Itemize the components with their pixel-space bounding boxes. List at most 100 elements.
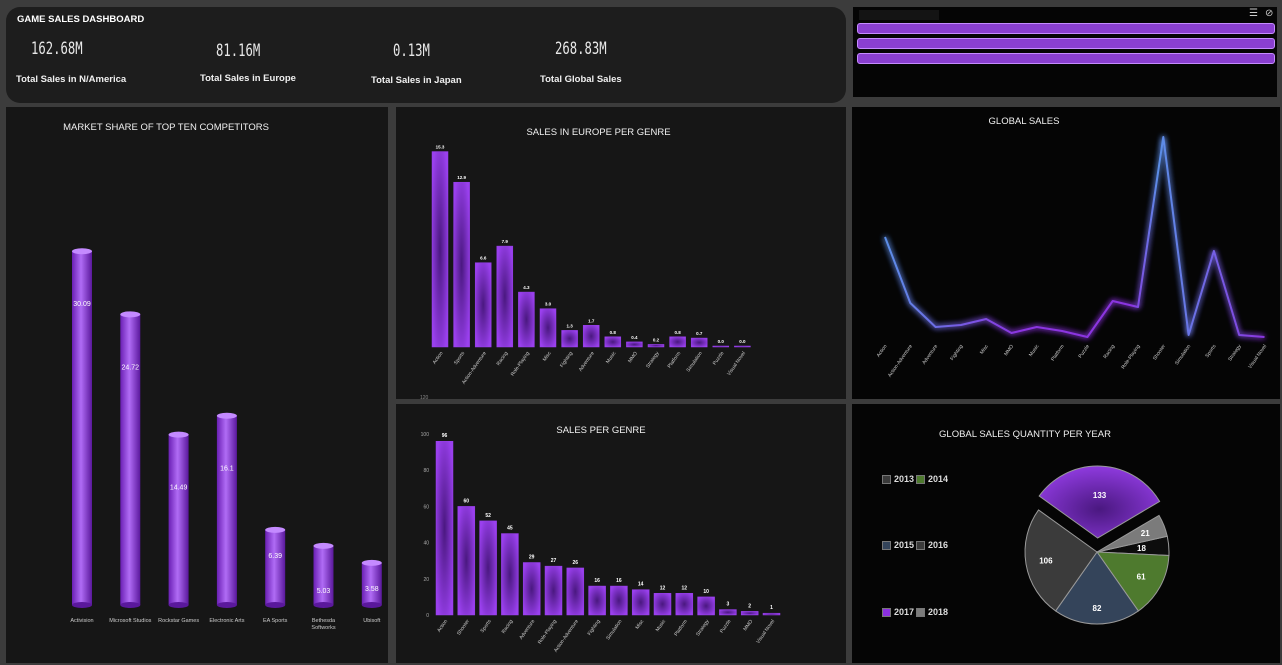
category-label: Visual Novel (1247, 344, 1268, 370)
bar (539, 308, 557, 348)
bar (734, 345, 751, 348)
bar-base (216, 602, 237, 608)
data-label: 16.1 (220, 466, 234, 473)
data-label: 24.72 (122, 364, 140, 371)
category-label: EA Sports (263, 618, 288, 624)
sales-genre-panel: SALES PER GENRE 0 20 40 60 80 100 96 Action 60 Sh… (396, 404, 846, 663)
market-share-chart: 30.09 Activision 24.72 Microsoft Studios 14.… (70, 248, 382, 631)
clear-filter-icon[interactable]: ⊘ (1265, 8, 1273, 19)
bar (669, 336, 686, 348)
bar (457, 506, 476, 616)
bar (522, 562, 541, 616)
bar-base (168, 602, 189, 608)
data-label: 12 (660, 585, 666, 591)
bar (361, 562, 382, 605)
data-label: 3.58 (365, 586, 379, 593)
category-label: Action (432, 351, 445, 366)
bar (431, 151, 449, 348)
kpi-label-japan: Total Sales in Japan (371, 75, 462, 86)
bar (566, 567, 585, 616)
sales-year-chart: 18 61 82 106 133 21 (1024, 465, 1170, 625)
bar (675, 593, 694, 616)
dashboard-title: GAME SALES DASHBOARD (17, 14, 145, 25)
category-label: Platform (667, 351, 683, 370)
category-label: Strategy (1227, 343, 1243, 362)
bar-top (216, 412, 237, 419)
bar (697, 596, 715, 616)
bar (313, 545, 334, 605)
data-label: 60 (464, 498, 470, 504)
bar (479, 520, 497, 616)
category-label: Fighting (949, 344, 964, 362)
kpi-header-panel: GAME SALES DASHBOARD 162.68M Total Sales… (6, 7, 846, 103)
europe-genre-panel: SALES IN EUROPE PER GENRE 15.3 Action 12.9… (396, 107, 846, 401)
category-label: Simulation (1174, 344, 1192, 367)
bar-base (313, 602, 334, 608)
slicer-item[interactable] (857, 23, 1275, 34)
kpi-label-north-america: Total Sales in N/America (16, 74, 127, 85)
category-label: Fighting (587, 619, 602, 637)
data-label: 0.0 (739, 339, 746, 344)
bar (647, 344, 665, 348)
bar (653, 593, 672, 616)
category-label: Puzzle (712, 351, 726, 367)
bar-top (265, 526, 286, 533)
slicer-item[interactable] (857, 38, 1275, 49)
category-label: Puzzle (719, 619, 733, 635)
data-label: 0.7 (696, 331, 703, 336)
bar-top (361, 559, 382, 566)
bar-top (120, 311, 141, 318)
data-label: 12.9 (457, 175, 466, 180)
bar (496, 245, 514, 348)
data-label: 45 (507, 526, 513, 532)
category-label: Music (655, 618, 668, 633)
data-label: 4.3 (523, 285, 530, 290)
axis-tick-label: 0 (426, 613, 429, 619)
bar (544, 565, 563, 616)
data-label: 0.4 (631, 335, 638, 340)
kpi-value-north-america: 162.68M (31, 39, 83, 59)
data-label: 5.03 (317, 588, 331, 595)
kpi-label-global: Total Global Sales (540, 74, 622, 85)
data-label: 61 (1137, 572, 1146, 581)
axis-tick-label: 100 (421, 432, 430, 438)
category-label: Action (876, 344, 889, 359)
data-label: 0.8 (610, 330, 617, 335)
axis-tick-label: 120 (420, 395, 429, 401)
bar (762, 612, 781, 616)
category-label: Shooter (456, 618, 471, 636)
data-label: 133 (1093, 491, 1107, 500)
bar (690, 337, 708, 348)
bar-base (72, 602, 92, 608)
category-label: Platform (1050, 344, 1066, 363)
category-label: Strategy (645, 350, 661, 369)
bar-base (265, 602, 286, 608)
data-label: 10 (703, 589, 709, 595)
multi-select-icon[interactable]: ☰ (1249, 8, 1258, 19)
bar (216, 415, 237, 605)
category-label: Activision (70, 618, 93, 624)
global-sales-panel: GLOBAL SALES Action Action-Adventure Adven… (852, 107, 1280, 399)
bar (474, 262, 492, 348)
category-label: Rockstar Games (158, 618, 199, 624)
category-label: Misc (635, 618, 646, 630)
data-label: 16 (594, 578, 600, 584)
sales-genre-chart: 0 20 40 60 80 100 96 Action 60 Shooter 52 Sports 45 R… (421, 432, 781, 654)
category-label: Visual Novel (726, 351, 747, 377)
data-label: 3.0 (545, 302, 552, 307)
category-label: Action (436, 619, 449, 634)
data-label: 82 (1093, 604, 1102, 613)
category-label: Sports (480, 618, 493, 634)
category-label: Ubisoft (363, 618, 381, 624)
data-label: 7.9 (502, 239, 509, 244)
data-label: 3 (727, 602, 730, 608)
data-label: 2 (748, 603, 751, 609)
category-label: MMO (1003, 344, 1015, 358)
category-label: Simulation (605, 619, 623, 642)
category-label: Role-Playing (537, 619, 558, 646)
category-label: Adventure (518, 619, 536, 641)
series-line (884, 136, 1265, 338)
category-label: Music (605, 350, 618, 365)
slicer-item[interactable] (857, 53, 1275, 64)
data-label: 106 (1039, 557, 1053, 566)
